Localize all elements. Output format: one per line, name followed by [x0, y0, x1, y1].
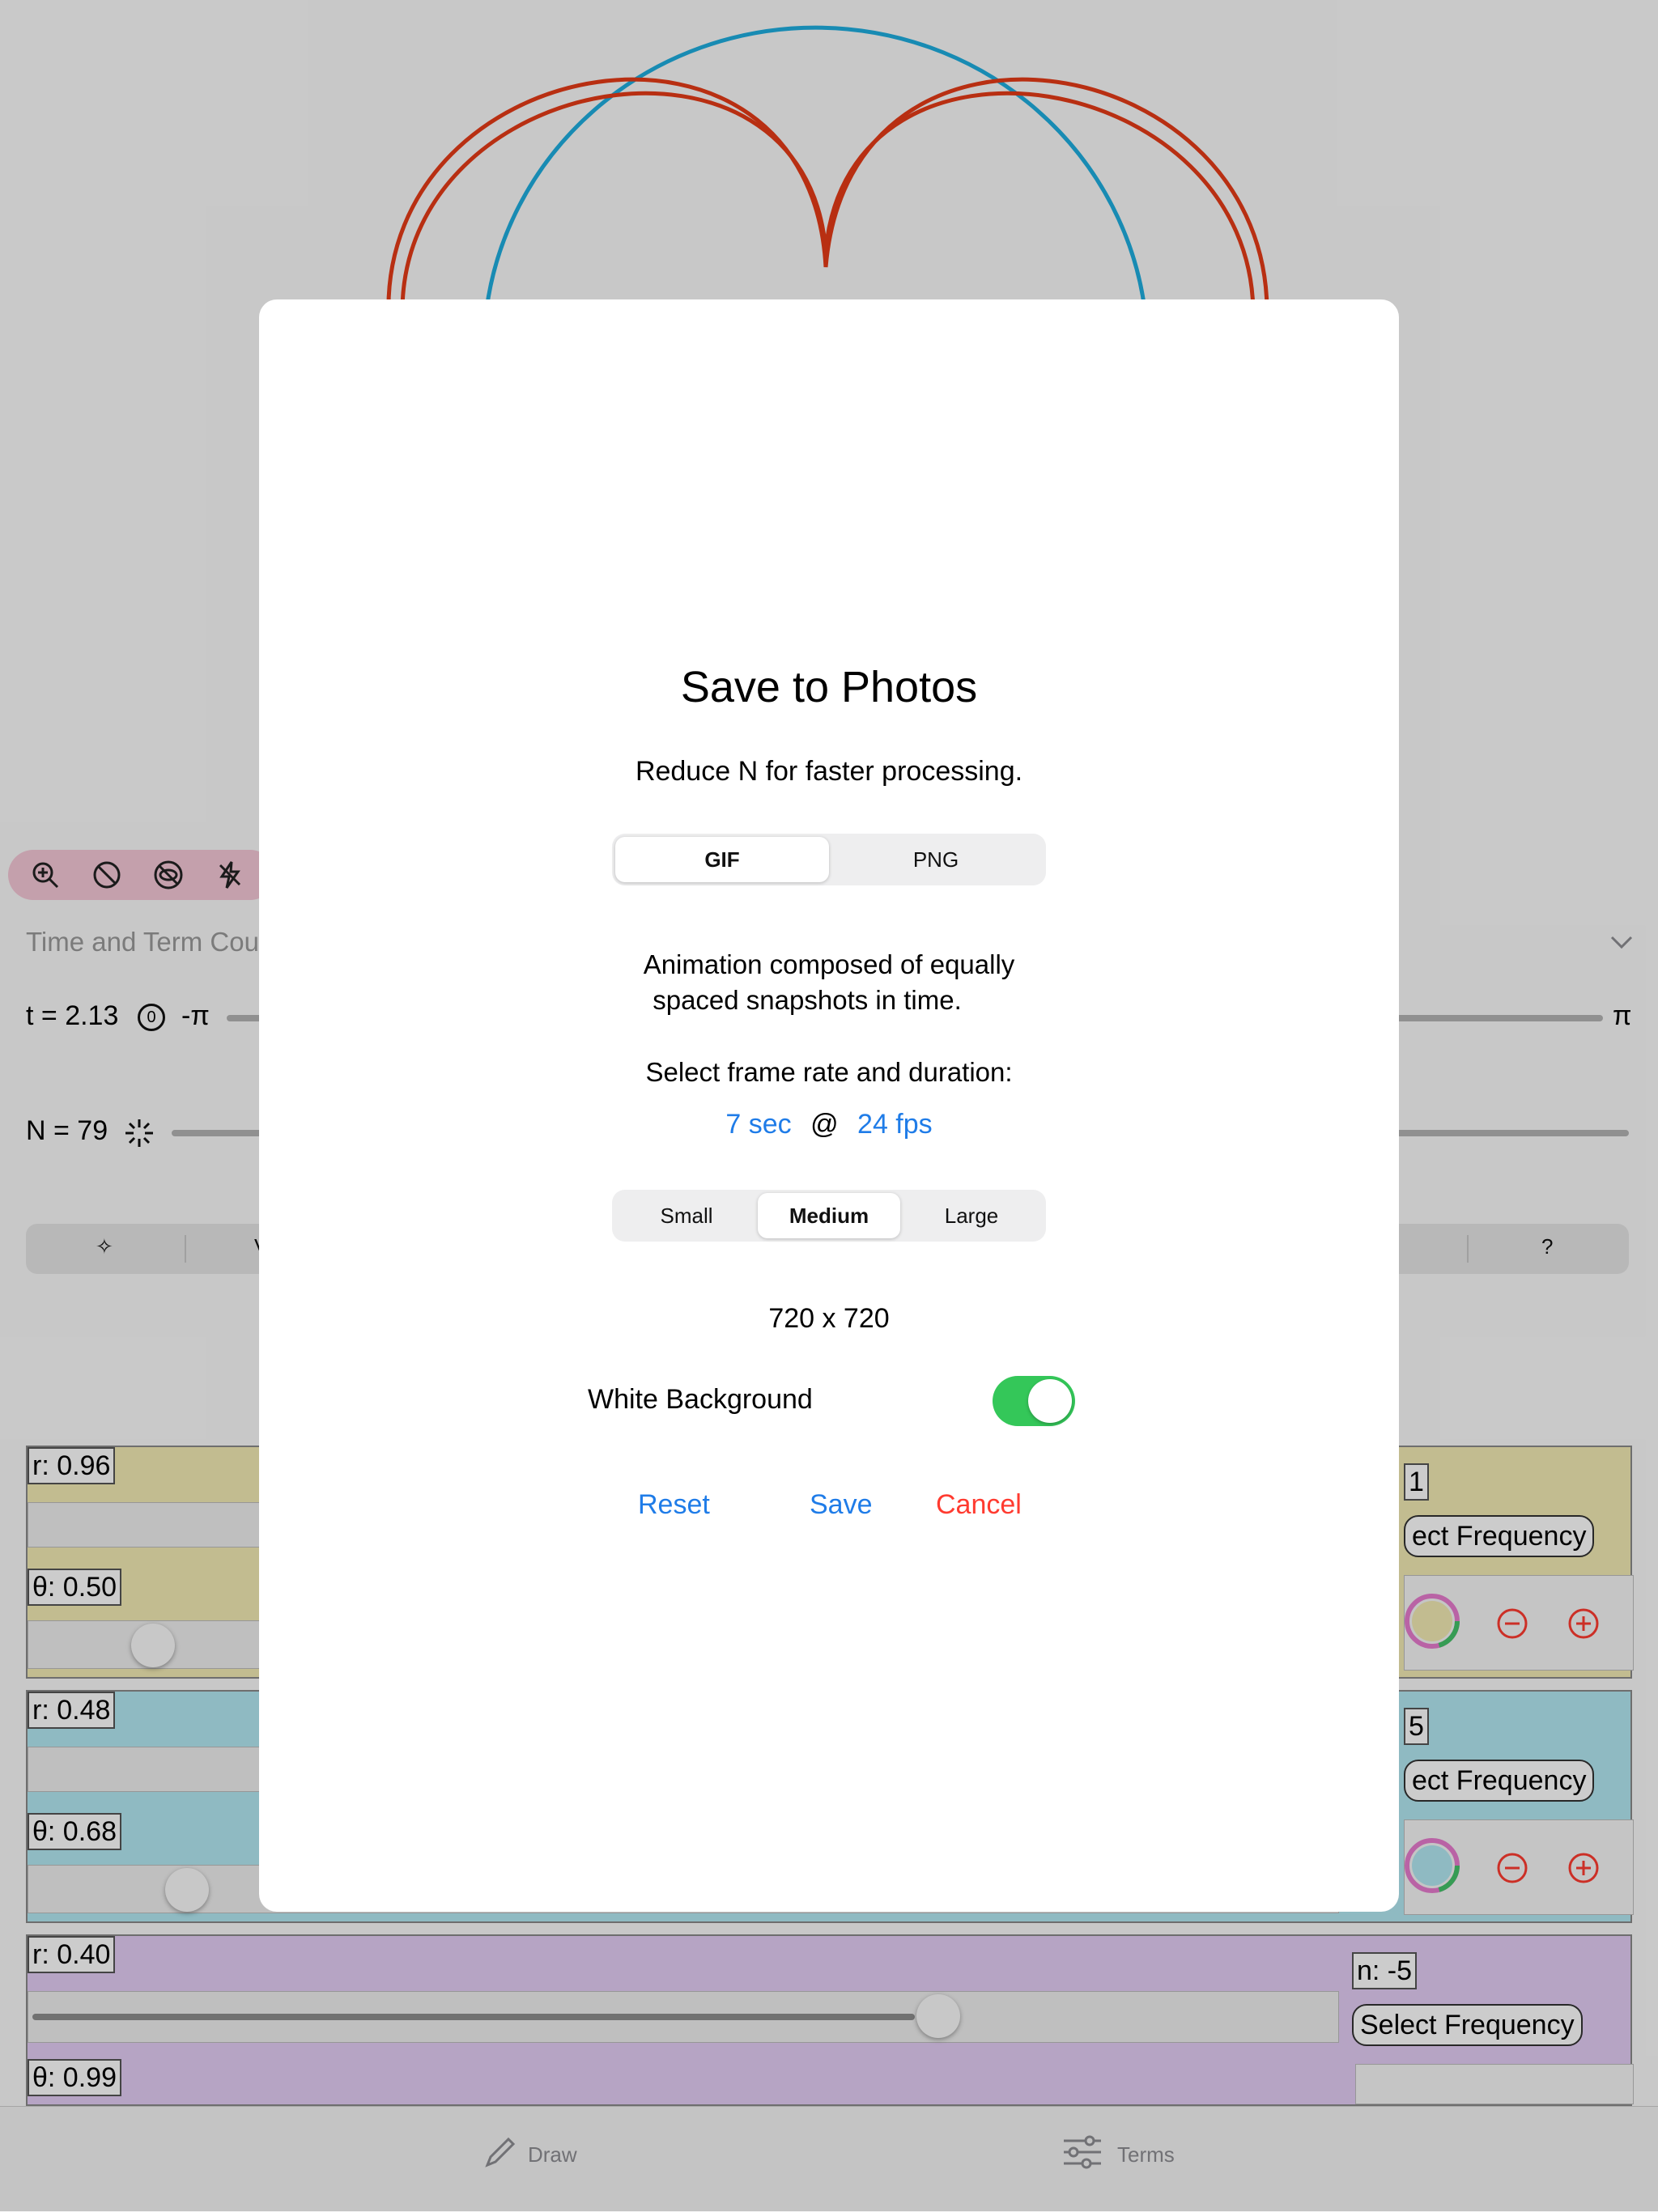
- save-button[interactable]: Save: [810, 1489, 873, 1521]
- size-option-large[interactable]: Large: [900, 1193, 1043, 1238]
- white-background-label: White Background: [588, 1384, 813, 1415]
- description-line-2: spaced snapshots in time.: [653, 985, 962, 1015]
- toggle-knob: [1028, 1379, 1072, 1423]
- size-segmented-control: Small Medium Large: [612, 1190, 1046, 1242]
- description-line-1: Animation composed of equally: [643, 949, 1015, 979]
- frame-prompt: Select frame rate and duration:: [645, 1057, 1013, 1087]
- white-background-toggle[interactable]: [993, 1376, 1075, 1426]
- size-option-medium[interactable]: Medium: [758, 1193, 900, 1238]
- dialog-title: Save to Photos: [680, 663, 978, 711]
- duration-button[interactable]: 7 sec: [725, 1109, 791, 1140]
- save-to-photos-dialog: Save to Photos Reduce N for faster proce…: [259, 299, 1399, 1912]
- cancel-button[interactable]: Cancel: [936, 1489, 1022, 1521]
- frame-settings-row: 7 sec @ 24 fps: [259, 1109, 1399, 1140]
- dialog-subtitle: Reduce N for faster processing.: [635, 756, 1023, 787]
- output-dimensions: 720 x 720: [768, 1303, 890, 1334]
- format-segmented-control: GIF PNG: [612, 834, 1046, 885]
- fps-button[interactable]: 24 fps: [857, 1109, 933, 1140]
- format-option-gif[interactable]: GIF: [615, 837, 829, 882]
- at-symbol: @: [810, 1109, 839, 1140]
- format-option-png[interactable]: PNG: [829, 837, 1043, 882]
- size-option-small[interactable]: Small: [615, 1193, 758, 1238]
- reset-button[interactable]: Reset: [638, 1489, 710, 1521]
- dialog-description: Animation composed of equally spaced sna…: [259, 947, 1399, 1018]
